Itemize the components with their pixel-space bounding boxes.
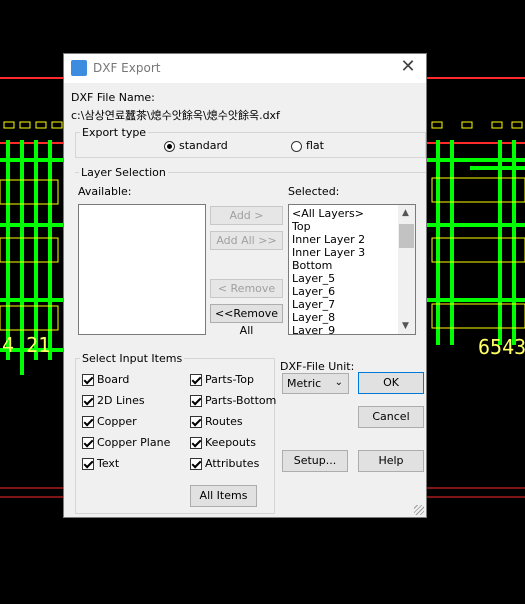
copper-label: Copper [97,415,137,428]
text-label: Text [97,457,120,470]
2d-lines-label: 2D Lines [97,394,145,407]
radio-flat[interactable] [291,141,302,152]
checkbox-text[interactable] [82,458,94,470]
radio-standard[interactable] [164,141,175,152]
export-type-group: Export type standard flat [75,126,426,158]
unit-select[interactable]: Metric ⌄ [282,373,349,394]
input-items-label: Select Input Items [80,352,185,365]
file-name-label: DXF File Name: [71,91,155,104]
add-button[interactable]: Add > [210,206,283,225]
app-icon [71,60,87,76]
selected-list[interactable]: <All Layers> Top Inner Layer 2 Inner Lay… [288,204,416,335]
checkbox-parts-bottom[interactable] [190,395,202,407]
pcb-right-label: 6543 [478,335,525,359]
ok-button[interactable]: OK [358,372,424,394]
setup-button[interactable]: Setup... [282,450,348,472]
list-item[interactable]: Bottom [289,259,415,272]
list-item[interactable]: Layer_8 [289,311,415,324]
list-item[interactable]: <All Layers> [289,207,415,220]
checkbox-routes[interactable] [190,416,202,428]
checkbox-copper[interactable] [82,416,94,428]
selected-label: Selected: [288,185,340,198]
unit-label: DXF-File Unit: [280,360,355,373]
checkbox-copper-plane[interactable] [82,437,94,449]
attributes-label: Attributes [205,457,260,470]
remove-all-button[interactable]: <<Remove All [210,304,283,337]
resize-grip-icon[interactable] [414,505,424,515]
list-item[interactable]: Inner Layer 2 [289,233,415,246]
selected-list-scrollbar[interactable]: ▲ ▼ [398,205,415,334]
checkbox-2d-lines[interactable] [82,395,94,407]
window-title: DXF Export [93,61,161,75]
chevron-down-icon: ⌄ [334,377,343,388]
available-list[interactable] [78,204,206,335]
checkbox-attributes[interactable] [190,458,202,470]
remove-button[interactable]: < Remove [210,279,283,298]
scroll-thumb[interactable] [399,224,414,248]
checkbox-board[interactable] [82,374,94,386]
list-item[interactable]: Layer_6 [289,285,415,298]
routes-label: Routes [205,415,243,428]
add-all-button[interactable]: Add All >> [210,231,283,250]
cancel-button[interactable]: Cancel [358,406,424,428]
file-path: c:\삼상연료蠶茶\熄수앗餘옥\熄수앗餘옥.dxf [71,109,280,122]
pcb-left-label: 4 21 [2,333,50,357]
checkbox-parts-top[interactable] [190,374,202,386]
list-item[interactable]: Inner Layer 3 [289,246,415,259]
list-item[interactable]: Layer_9 [289,324,415,334]
close-icon[interactable]: ✕ [398,57,418,77]
help-button[interactable]: Help [358,450,424,472]
board-label: Board [97,373,130,386]
list-item[interactable]: Top [289,220,415,233]
unit-value: Metric [287,377,322,390]
title-bar[interactable]: DXF Export ✕ [64,54,426,83]
copper-plane-label: Copper Plane [97,436,171,449]
scroll-down-icon[interactable]: ▼ [402,321,409,331]
parts-top-label: Parts-Top [205,373,254,386]
keepouts-label: Keepouts [205,436,256,449]
layer-selection-label: Layer Selection [79,166,168,179]
available-label: Available: [78,185,132,198]
all-items-button[interactable]: All Items [190,485,257,507]
export-type-label: Export type [80,126,149,139]
standard-label: standard [179,139,228,152]
scroll-up-icon[interactable]: ▲ [402,208,409,218]
parts-bottom-label: Parts-Bottom [205,394,277,407]
list-item[interactable]: Layer_7 [289,298,415,311]
input-items-group: Select Input Items Board 2D Lines Copper… [75,352,277,514]
flat-label: flat [306,139,324,152]
checkbox-keepouts[interactable] [190,437,202,449]
dxf-export-dialog: DXF Export ✕ DXF File Name: c:\삼상연료蠶茶\熄수… [63,53,427,518]
list-item[interactable]: Layer_5 [289,272,415,285]
